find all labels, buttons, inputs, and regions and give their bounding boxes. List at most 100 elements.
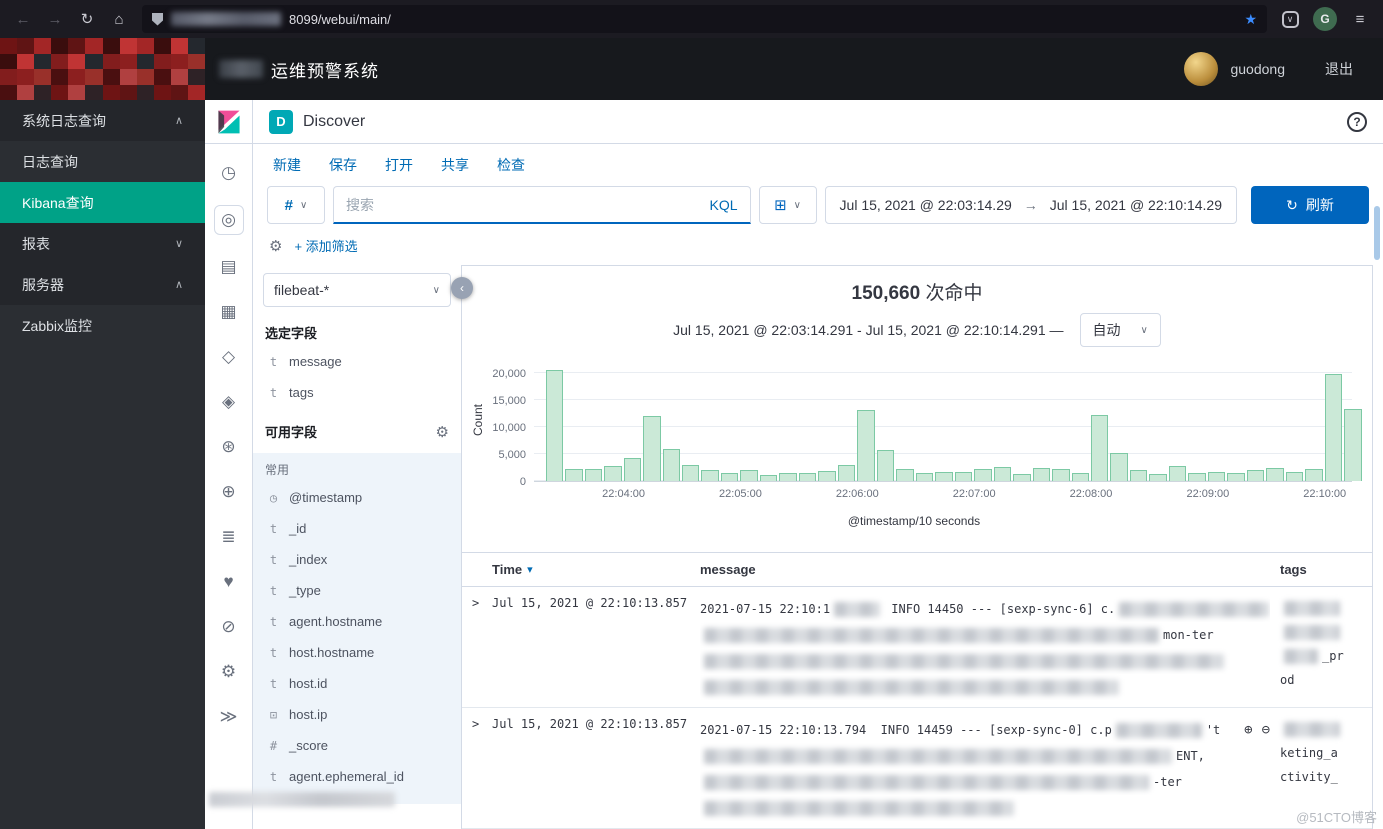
visualize-icon[interactable]: ▤ (214, 254, 244, 280)
field-item[interactable]: ⊡host.ip (263, 699, 451, 730)
forward-button[interactable]: → (40, 5, 70, 33)
maps-icon[interactable]: ◈ (214, 389, 244, 415)
menu-item-3[interactable]: 共享 (441, 155, 469, 175)
histogram-bar[interactable] (604, 466, 621, 481)
histogram-bar[interactable] (1130, 470, 1147, 481)
histogram-bar[interactable] (682, 465, 699, 481)
security-icon[interactable]: ⊘ (214, 614, 244, 640)
collapse-fields-panel-button[interactable]: ‹ (451, 277, 473, 299)
reload-button[interactable]: ↻ (72, 5, 102, 33)
histogram-bar[interactable] (916, 473, 933, 481)
histogram-bar[interactable] (760, 475, 777, 481)
discover-icon[interactable]: ◎ (214, 205, 244, 235)
saved-query-menu-button[interactable]: # ∨ (267, 186, 325, 224)
refresh-button[interactable]: ↻ 刷新 (1251, 186, 1369, 224)
histogram-bar[interactable] (1247, 470, 1264, 481)
menu-item-2[interactable]: 打开 (385, 155, 413, 175)
logout-button[interactable]: 退出 (1325, 59, 1353, 79)
histogram-bar[interactable] (1091, 415, 1108, 481)
histogram-bar[interactable] (994, 467, 1011, 481)
dashboard-icon[interactable]: ▦ (214, 299, 244, 325)
histogram-bar[interactable] (974, 469, 991, 481)
user-avatar[interactable] (1184, 52, 1218, 86)
histogram-bar[interactable] (1033, 468, 1050, 481)
histogram-bar[interactable] (857, 410, 874, 481)
help-icon[interactable]: ? (1347, 112, 1367, 132)
sidebar-item-0[interactable]: 系统日志查询∧ (0, 100, 205, 141)
histogram-bar[interactable] (1149, 474, 1166, 481)
field-item[interactable]: tagent.ephemeral_id (263, 761, 451, 792)
histogram-bar[interactable] (721, 473, 738, 481)
field-item[interactable]: tmessage (263, 346, 451, 377)
histogram-bar[interactable] (955, 472, 972, 481)
fields-settings-gear-icon[interactable]: ⚙ (436, 423, 449, 441)
date-picker-menu-button[interactable]: ⊞ ∨ (759, 186, 817, 224)
histogram-bar[interactable] (1208, 472, 1225, 481)
histogram-bar[interactable] (740, 470, 757, 481)
field-item[interactable]: ttags (263, 377, 451, 408)
url-text[interactable]: 8099/webui/main/ (289, 12, 391, 27)
histogram-bar[interactable] (779, 473, 796, 481)
menu-item-0[interactable]: 新建 (273, 155, 301, 175)
index-pattern-selector[interactable]: filebeat-* ∨ (263, 273, 451, 307)
field-item[interactable]: #_score (263, 730, 451, 761)
histogram-bar[interactable] (1013, 474, 1030, 481)
interval-select[interactable]: 自动 ∨ (1080, 313, 1161, 347)
histogram-bar[interactable] (818, 471, 835, 481)
time-range-control[interactable]: Jul 15, 2021 @ 22:03:14.29 → Jul 15, 202… (825, 186, 1237, 224)
histogram-bar[interactable] (1052, 469, 1069, 481)
zoom-out-icon[interactable]: ⊖ (1262, 722, 1270, 738)
time-range-start[interactable]: Jul 15, 2021 @ 22:03:14.29 (840, 197, 1012, 213)
histogram-bar[interactable] (643, 416, 660, 481)
sidebar-item-4[interactable]: 服务器∧ (0, 264, 205, 305)
tracking-protection-shield-icon[interactable] (152, 13, 163, 26)
sidebar-item-5[interactable]: Zabbix监控 (0, 305, 205, 346)
row-expander[interactable]: > (462, 596, 492, 700)
field-item[interactable]: t_id (263, 513, 451, 544)
collapse-nav-icon[interactable]: ≫ (214, 704, 244, 730)
histogram-bar[interactable] (935, 472, 952, 481)
histogram-bar[interactable] (585, 469, 602, 481)
field-item[interactable]: thost.hostname (263, 637, 451, 668)
home-button[interactable]: ⌂ (104, 5, 134, 33)
zoom-in-icon[interactable]: ⊕ (1244, 722, 1252, 738)
url-bar[interactable]: 8099/webui/main/ ★ (142, 5, 1267, 33)
time-range-end[interactable]: Jul 15, 2021 @ 22:10:14.29 (1050, 197, 1222, 213)
histogram-bar[interactable] (1169, 466, 1186, 481)
column-header-time[interactable]: Time ▾ (492, 562, 700, 577)
uptime-icon[interactable]: ♥ (214, 569, 244, 595)
recent-icon[interactable]: ◷ (214, 160, 244, 186)
menu-item-1[interactable]: 保存 (329, 155, 357, 175)
back-button[interactable]: ← (8, 5, 38, 33)
histogram-bar[interactable] (896, 469, 913, 481)
histogram-bar[interactable] (1325, 374, 1342, 481)
histogram-bar[interactable] (877, 450, 894, 481)
histogram-bar[interactable] (1344, 409, 1361, 481)
browser-menu-button[interactable]: ≡ (1345, 5, 1375, 33)
browser-account-avatar[interactable]: G (1313, 7, 1337, 31)
histogram-bar[interactable] (663, 449, 680, 481)
histogram-bar[interactable] (1266, 468, 1283, 481)
stack-management-icon[interactable]: ⚙ (214, 659, 244, 685)
logs-icon[interactable]: ≣ (214, 524, 244, 550)
field-item[interactable]: t_type (263, 575, 451, 606)
field-item[interactable]: tagent.hostname (263, 606, 451, 637)
metrics-icon[interactable]: ⊕ (214, 479, 244, 505)
histogram-bar[interactable] (701, 470, 718, 481)
histogram-bar[interactable] (838, 465, 855, 481)
canvas-icon[interactable]: ◇ (214, 344, 244, 370)
histogram-bar[interactable] (1305, 469, 1322, 481)
field-item[interactable]: ◷@timestamp (263, 482, 451, 513)
pocket-button[interactable]: ∨ (1275, 5, 1305, 33)
histogram-bar[interactable] (1072, 473, 1089, 481)
field-item[interactable]: t_index (263, 544, 451, 575)
row-expander[interactable]: > (462, 717, 492, 821)
filter-settings-gear-icon[interactable]: ⚙ (269, 237, 282, 255)
kibana-logo[interactable] (205, 100, 252, 144)
machine-learning-icon[interactable]: ⊛ (214, 434, 244, 460)
field-item[interactable]: thost.id (263, 668, 451, 699)
add-filter-button[interactable]: + 添加筛选 (294, 236, 357, 255)
histogram-bar[interactable] (546, 370, 563, 481)
query-language-button[interactable]: KQL (710, 197, 738, 213)
histogram-bar[interactable] (1286, 472, 1303, 481)
